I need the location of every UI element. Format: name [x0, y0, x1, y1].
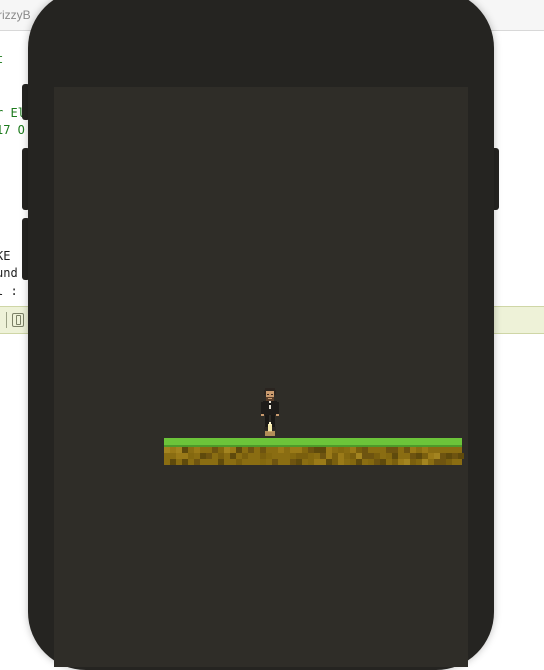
dirt-pixel [446, 459, 452, 465]
dirt-pixel [248, 447, 254, 453]
dirt-pixel [458, 453, 464, 459]
dirt-pixel [356, 459, 362, 465]
platform-dirt [164, 447, 464, 465]
dirt-pixel [380, 459, 386, 465]
dirt-pixel [182, 459, 188, 465]
player-character [261, 388, 279, 436]
editor-tab-label[interactable]: rizzyB [0, 8, 31, 22]
dirt-pixel [218, 459, 224, 465]
code-line: l : [0, 284, 18, 298]
code-line: t [0, 52, 3, 66]
dirt-pixel [260, 459, 266, 465]
dirt-pixel [296, 459, 302, 465]
code-line: KE [0, 249, 11, 263]
dirt-pixel [206, 453, 212, 459]
dirt-pixel [272, 459, 278, 465]
toggle-panel-icon[interactable] [12, 313, 24, 327]
dirt-pixel [194, 459, 200, 465]
dirt-pixel [278, 447, 284, 453]
game-screen[interactable] [54, 87, 468, 667]
code-line: 17 O [0, 123, 25, 137]
dirt-pixel [236, 459, 242, 465]
dirt-pixel [242, 453, 248, 459]
code-line: und [0, 266, 18, 280]
dirt-pixel [170, 459, 176, 465]
grass-platform [164, 438, 464, 465]
platform-grass-top [164, 438, 462, 445]
dirt-pixel [338, 459, 344, 465]
dirt-pixel [422, 459, 428, 465]
divider [6, 312, 7, 328]
